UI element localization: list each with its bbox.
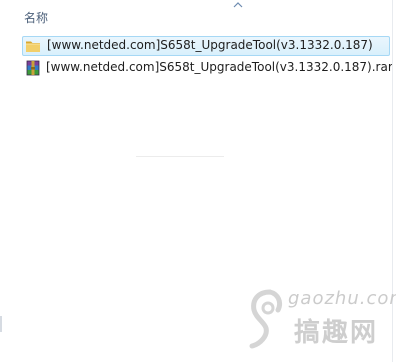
file-name: [www.netded.com]S658t_UpgradeTool(v3.133… <box>47 38 373 52</box>
name-column-label: 名称 <box>24 11 49 25</box>
watermark-text: 搞趣网 <box>294 318 379 348</box>
folder-icon <box>26 41 40 52</box>
file-explorer: 名称 [www.netded.com]S658t_UpgradeTool(v3.… <box>0 0 396 362</box>
rar-archive-icon <box>26 60 40 76</box>
watermark: gaozhu.com 搞趣网 <box>244 286 396 358</box>
scroll-edge-mark <box>0 316 2 332</box>
file-name: [www.netded.com]S658t_UpgradeTool(v3.133… <box>46 60 393 74</box>
watermark-url: gaozhu.com <box>288 288 396 309</box>
watermark-logo-icon <box>249 289 283 349</box>
name-column-header[interactable]: 名称 <box>0 0 396 32</box>
file-row-rar[interactable]: [www.netded.com]S658t_UpgradeTool(v3.133… <box>22 58 393 78</box>
divider-line <box>136 156 224 157</box>
sort-ascending-icon <box>233 2 243 8</box>
column-header-bar: 名称 <box>0 0 396 32</box>
file-row-folder[interactable]: [www.netded.com]S658t_UpgradeTool(v3.133… <box>22 36 390 56</box>
